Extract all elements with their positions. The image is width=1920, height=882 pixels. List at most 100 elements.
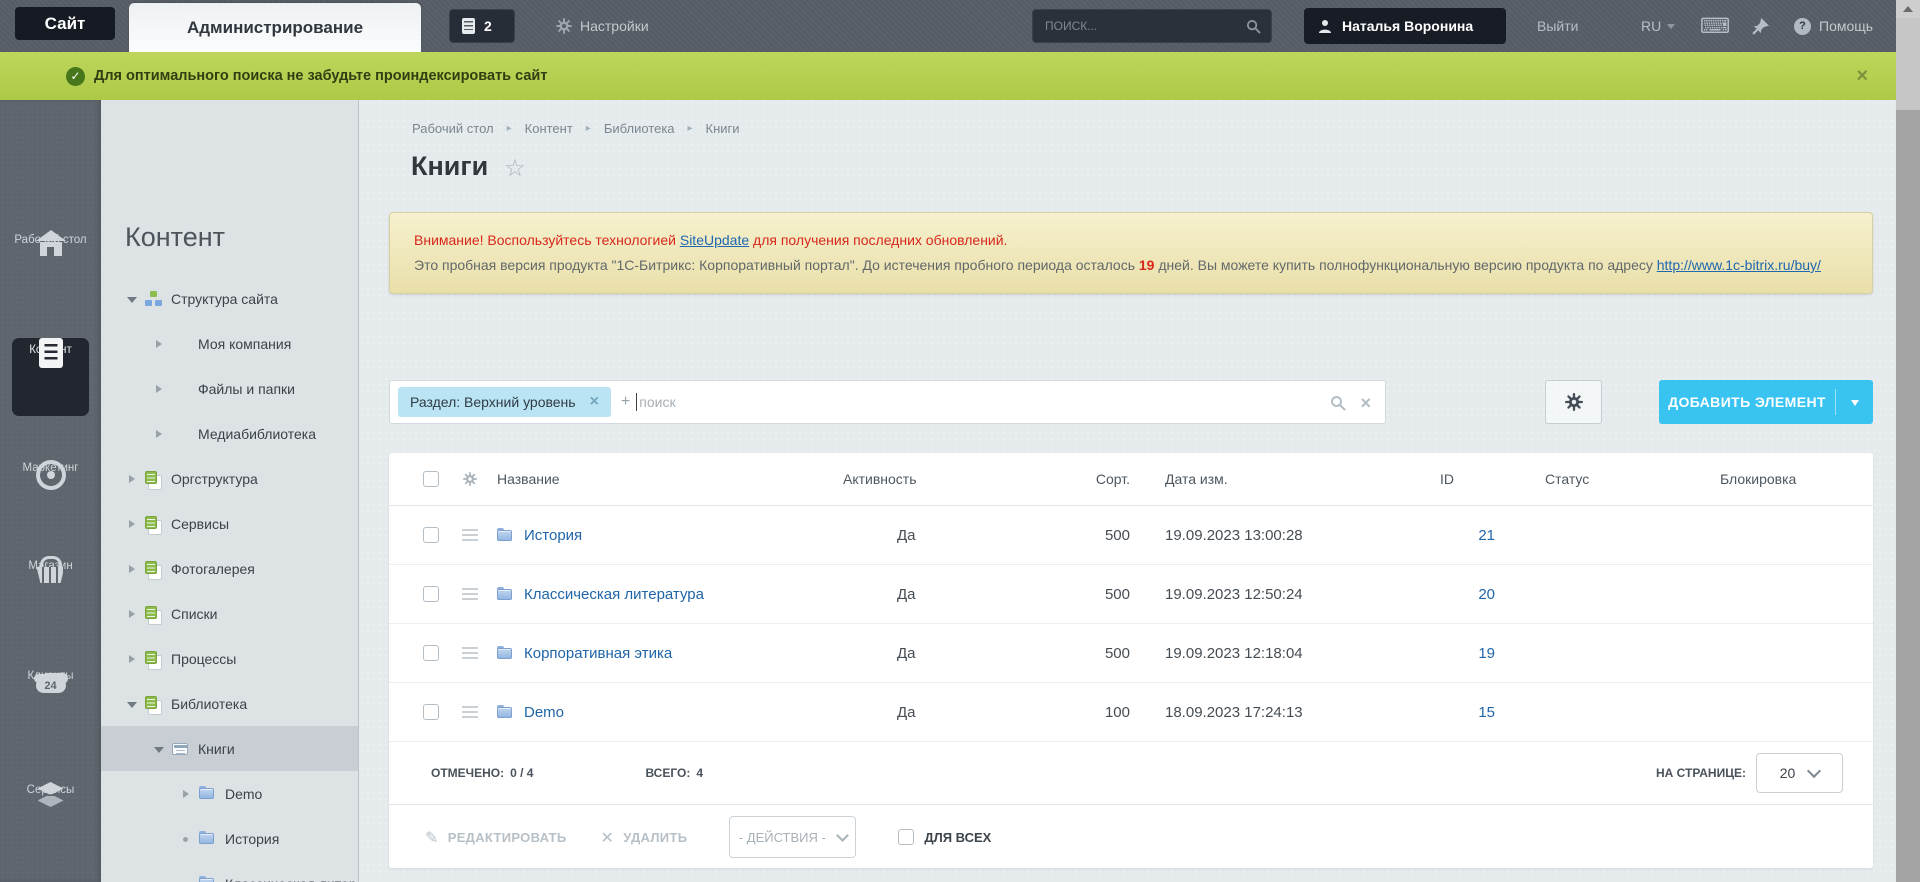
- tree-item-label: Моя компания: [198, 335, 292, 352]
- tree-arrow-down[interactable]: [127, 699, 137, 709]
- tree-arrow-right[interactable]: [154, 384, 163, 394]
- header-lock[interactable]: Блокировка: [1690, 471, 1873, 487]
- tree-arrow-dot[interactable]: [181, 879, 190, 882]
- tree-item[interactable]: Книги: [101, 726, 358, 771]
- row-checkbox[interactable]: [423, 645, 439, 661]
- add-element-dropdown[interactable]: [1836, 395, 1873, 410]
- per-page-select[interactable]: 20: [1756, 753, 1843, 793]
- header-active[interactable]: Активность: [835, 471, 1005, 487]
- buy-link[interactable]: http://www.1c-bitrix.ru/buy/: [1657, 257, 1821, 273]
- rail-item[interactable]: Контент: [12, 338, 89, 416]
- for-all-option[interactable]: ДЛЯ ВСЕХ: [898, 829, 991, 845]
- rail-item[interactable]: Маркетинг: [0, 458, 101, 477]
- tree-item[interactable]: Структура сайта: [101, 276, 358, 321]
- cell-id-link[interactable]: 20: [1478, 586, 1495, 603]
- notifications-counter-button[interactable]: 2: [449, 9, 515, 43]
- favorite-star-icon[interactable]: ☆: [504, 154, 526, 182]
- rail-item[interactable]: Сервисы: [0, 780, 101, 799]
- filter-clear-icon[interactable]: ×: [1360, 394, 1371, 412]
- search-icon[interactable]: [1246, 19, 1261, 34]
- edit-button[interactable]: ✎ РЕДАКТИРОВАТЬ: [425, 828, 567, 847]
- breadcrumb-item[interactable]: Книги: [706, 121, 740, 136]
- actions-dropdown[interactable]: - ДЕЙСТВИЯ -: [729, 816, 857, 858]
- help-button[interactable]: ? Помощь: [1794, 0, 1873, 52]
- tree-item[interactable]: Сервисы: [101, 501, 358, 546]
- row-checkbox[interactable]: [423, 527, 439, 543]
- cell-id-link[interactable]: 15: [1478, 704, 1495, 721]
- column-gear-icon[interactable]: [463, 472, 477, 486]
- logout-link[interactable]: Выйти: [1537, 0, 1578, 52]
- delete-button[interactable]: ✕ УДАЛИТЬ: [601, 828, 688, 847]
- tree-arrow-dot[interactable]: [181, 834, 190, 844]
- section-name-link[interactable]: Классическая литература: [524, 586, 704, 603]
- tree-item[interactable]: Классическая литература: [101, 861, 358, 882]
- scrollbar-thumb[interactable]: [1896, 18, 1920, 110]
- tree-item[interactable]: Файлы и папки: [101, 366, 358, 411]
- rail-item[interactable]: Клиенты: [0, 666, 101, 685]
- grid-settings-button[interactable]: [1545, 380, 1602, 424]
- tree-item[interactable]: Списки: [101, 591, 358, 636]
- header-status[interactable]: Статус: [1520, 471, 1690, 487]
- tree-item[interactable]: Медиабиблиотека: [101, 411, 358, 456]
- for-all-checkbox[interactable]: [898, 829, 915, 845]
- tree-arrow-right[interactable]: [127, 654, 136, 664]
- banner-message: Для оптимального поиска не забудьте прои…: [94, 68, 548, 84]
- tree-item[interactable]: Моя компания: [101, 321, 358, 366]
- global-search-input[interactable]: [1033, 19, 1246, 33]
- row-checkbox[interactable]: [423, 586, 439, 602]
- section-name-link[interactable]: Demo: [524, 704, 564, 721]
- tree-item[interactable]: Процессы: [101, 636, 358, 681]
- window-scrollbar[interactable]: [1896, 0, 1920, 882]
- drag-handle-icon[interactable]: [462, 529, 478, 541]
- user-menu-button[interactable]: Наталья Воронина: [1304, 8, 1506, 44]
- breadcrumb-item[interactable]: Библиотека: [604, 121, 675, 136]
- rail-item[interactable]: Магазин: [0, 556, 101, 575]
- tree-item[interactable]: Demo: [101, 771, 358, 816]
- tab-site[interactable]: Сайт: [15, 7, 115, 40]
- tree-arrow-down[interactable]: [127, 294, 137, 304]
- settings-button[interactable]: Настройки: [556, 0, 649, 52]
- header-modified[interactable]: Дата изм.: [1130, 471, 1430, 487]
- language-switcher[interactable]: RU: [1641, 0, 1676, 52]
- filter-search-icon[interactable]: [1330, 395, 1347, 411]
- filter-chip-section[interactable]: Раздел: Верхний уровень ×: [398, 387, 611, 417]
- rail-item[interactable]: Рабочий стол: [0, 230, 101, 249]
- tree-item[interactable]: Оргструктура: [101, 456, 358, 501]
- section-name-link[interactable]: Корпоративная этика: [524, 645, 672, 662]
- breadcrumb-item[interactable]: Контент: [525, 121, 573, 136]
- drag-handle-icon[interactable]: [462, 706, 478, 718]
- cell-id-link[interactable]: 19: [1478, 645, 1495, 662]
- index-notice-banner: ✓ Для оптимального поиска не забудьте пр…: [0, 52, 1896, 100]
- banner-close-icon[interactable]: ×: [1856, 66, 1868, 86]
- tree-arrow-right[interactable]: [127, 519, 136, 529]
- tree-item[interactable]: Библиотека: [101, 681, 358, 726]
- filter-search-field[interactable]: Раздел: Верхний уровень × + поиск ×: [389, 380, 1386, 424]
- tree-arrow-right[interactable]: [127, 474, 136, 484]
- tree-arrow-down[interactable]: [154, 744, 164, 754]
- select-all-checkbox[interactable]: [423, 471, 439, 487]
- pin-panel-button[interactable]: [1752, 0, 1769, 52]
- cell-id-link[interactable]: 21: [1478, 527, 1495, 544]
- tree-arrow-right[interactable]: [127, 564, 136, 574]
- breadcrumb-item-wrap: Рабочий стол ▸: [412, 121, 512, 136]
- tree-item[interactable]: История: [101, 816, 358, 861]
- add-element-button[interactable]: ДОБАВИТЬ ЭЛЕМЕНТ: [1659, 380, 1873, 424]
- header-sort[interactable]: Сорт.: [1005, 471, 1130, 487]
- tree-arrow-right[interactable]: [127, 609, 136, 619]
- section-name-link[interactable]: История: [524, 527, 582, 544]
- hotkeys-button[interactable]: ⌨: [1700, 0, 1730, 52]
- tree-arrow-right[interactable]: [154, 339, 163, 349]
- tree-item[interactable]: Фотогалерея: [101, 546, 358, 591]
- breadcrumb-item[interactable]: Рабочий стол: [412, 121, 494, 136]
- siteupdate-link[interactable]: SiteUpdate: [680, 232, 749, 248]
- tree-arrow-right[interactable]: [181, 789, 190, 799]
- drag-handle-icon[interactable]: [462, 647, 478, 659]
- scroll-up-icon[interactable]: [1896, 0, 1920, 18]
- tree-arrow-right[interactable]: [154, 429, 163, 439]
- row-checkbox[interactable]: [423, 704, 439, 720]
- drag-handle-icon[interactable]: [462, 588, 478, 600]
- chip-remove-icon[interactable]: ×: [590, 394, 599, 410]
- header-id[interactable]: ID: [1430, 471, 1520, 487]
- tab-administration[interactable]: Администрирование: [129, 3, 421, 52]
- header-name[interactable]: Название: [489, 471, 835, 487]
